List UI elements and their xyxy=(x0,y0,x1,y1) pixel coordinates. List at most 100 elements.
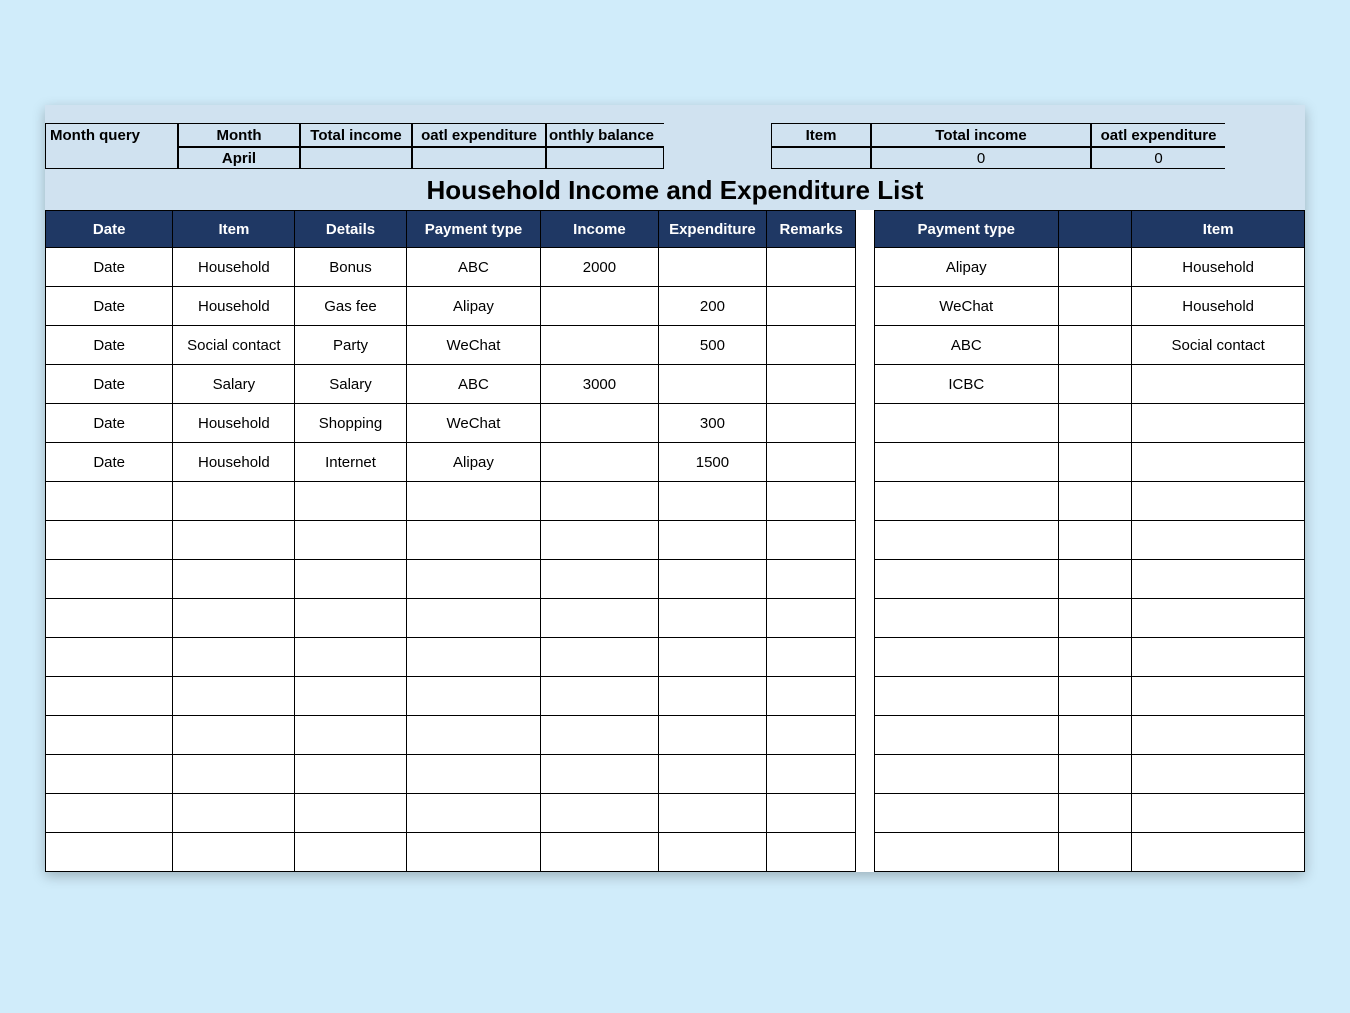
side-cell-blank[interactable] xyxy=(1058,521,1132,560)
cell-details[interactable] xyxy=(295,482,406,521)
side-cell-blank[interactable] xyxy=(1058,443,1132,482)
cell-income[interactable] xyxy=(541,677,658,716)
cell-income[interactable]: 3000 xyxy=(541,365,658,404)
cell-date[interactable]: Date xyxy=(46,326,173,365)
cell-date[interactable] xyxy=(46,521,173,560)
cell-ptype[interactable] xyxy=(406,794,541,833)
sum-exp-value[interactable]: 0 xyxy=(1091,147,1225,169)
cell-income[interactable] xyxy=(541,755,658,794)
cell-remarks[interactable] xyxy=(767,599,856,638)
cell-details[interactable] xyxy=(295,833,406,872)
cell-date[interactable]: Date xyxy=(46,443,173,482)
cell-remarks[interactable] xyxy=(767,404,856,443)
side-cell-item[interactable] xyxy=(1132,833,1305,872)
side-cell-ptype[interactable] xyxy=(875,404,1059,443)
cell-item[interactable] xyxy=(173,677,295,716)
total-income-value[interactable] xyxy=(300,147,412,169)
cell-date[interactable] xyxy=(46,833,173,872)
cell-exp[interactable]: 500 xyxy=(658,326,767,365)
side-cell-item[interactable] xyxy=(1132,794,1305,833)
side-cell-item[interactable] xyxy=(1132,560,1305,599)
cell-exp[interactable] xyxy=(658,521,767,560)
cell-details[interactable] xyxy=(295,560,406,599)
cell-exp[interactable] xyxy=(658,677,767,716)
cell-ptype[interactable] xyxy=(406,677,541,716)
cell-remarks[interactable] xyxy=(767,365,856,404)
cell-details[interactable]: Internet xyxy=(295,443,406,482)
side-cell-item[interactable] xyxy=(1132,638,1305,677)
cell-income[interactable] xyxy=(541,599,658,638)
cell-date[interactable] xyxy=(46,482,173,521)
cell-date[interactable]: Date xyxy=(46,404,173,443)
cell-details[interactable] xyxy=(295,677,406,716)
side-cell-item[interactable] xyxy=(1132,443,1305,482)
side-cell-blank[interactable] xyxy=(1058,677,1132,716)
cell-date[interactable]: Date xyxy=(46,287,173,326)
side-cell-item[interactable] xyxy=(1132,521,1305,560)
cell-exp[interactable] xyxy=(658,365,767,404)
side-cell-ptype[interactable]: Alipay xyxy=(875,248,1059,287)
cell-remarks[interactable] xyxy=(767,521,856,560)
cell-details[interactable] xyxy=(295,599,406,638)
side-cell-item[interactable] xyxy=(1132,365,1305,404)
cell-details[interactable]: Bonus xyxy=(295,248,406,287)
side-cell-item[interactable]: Household xyxy=(1132,287,1305,326)
cell-item[interactable]: Salary xyxy=(173,365,295,404)
cell-exp[interactable] xyxy=(658,638,767,677)
cell-details[interactable]: Gas fee xyxy=(295,287,406,326)
cell-details[interactable]: Shopping xyxy=(295,404,406,443)
cell-details[interactable] xyxy=(295,755,406,794)
cell-income[interactable] xyxy=(541,482,658,521)
cell-date[interactable] xyxy=(46,599,173,638)
cell-ptype[interactable] xyxy=(406,755,541,794)
side-cell-item[interactable] xyxy=(1132,677,1305,716)
cell-ptype[interactable] xyxy=(406,833,541,872)
cell-remarks[interactable] xyxy=(767,326,856,365)
cell-remarks[interactable] xyxy=(767,560,856,599)
cell-ptype[interactable]: WeChat xyxy=(406,326,541,365)
side-cell-ptype[interactable] xyxy=(875,560,1059,599)
cell-date[interactable] xyxy=(46,716,173,755)
cell-exp[interactable] xyxy=(658,833,767,872)
cell-date[interactable] xyxy=(46,638,173,677)
total-exp-value[interactable] xyxy=(412,147,546,169)
cell-exp[interactable]: 300 xyxy=(658,404,767,443)
cell-date[interactable]: Date xyxy=(46,365,173,404)
side-cell-ptype[interactable] xyxy=(875,755,1059,794)
cell-exp[interactable] xyxy=(658,560,767,599)
cell-income[interactable] xyxy=(541,443,658,482)
side-cell-blank[interactable] xyxy=(1058,755,1132,794)
cell-item[interactable] xyxy=(173,482,295,521)
cell-remarks[interactable] xyxy=(767,287,856,326)
side-cell-blank[interactable] xyxy=(1058,326,1132,365)
side-cell-ptype[interactable]: WeChat xyxy=(875,287,1059,326)
cell-details[interactable] xyxy=(295,794,406,833)
cell-item[interactable] xyxy=(173,755,295,794)
cell-ptype[interactable]: Alipay xyxy=(406,287,541,326)
cell-ptype[interactable] xyxy=(406,638,541,677)
cell-item[interactable]: Household xyxy=(173,248,295,287)
cell-ptype[interactable]: ABC xyxy=(406,248,541,287)
month-value[interactable]: April xyxy=(178,147,300,169)
cell-details[interactable]: Salary xyxy=(295,365,406,404)
cell-date[interactable]: Date xyxy=(46,248,173,287)
side-cell-ptype[interactable] xyxy=(875,482,1059,521)
side-cell-item[interactable] xyxy=(1132,404,1305,443)
side-cell-ptype[interactable]: ABC xyxy=(875,326,1059,365)
side-cell-ptype[interactable] xyxy=(875,599,1059,638)
cell-ptype[interactable] xyxy=(406,716,541,755)
cell-exp[interactable] xyxy=(658,755,767,794)
cell-item[interactable] xyxy=(173,833,295,872)
side-cell-ptype[interactable] xyxy=(875,638,1059,677)
cell-date[interactable] xyxy=(46,755,173,794)
cell-income[interactable]: 2000 xyxy=(541,248,658,287)
side-cell-blank[interactable] xyxy=(1058,794,1132,833)
side-cell-blank[interactable] xyxy=(1058,248,1132,287)
cell-income[interactable] xyxy=(541,287,658,326)
cell-income[interactable] xyxy=(541,521,658,560)
side-cell-blank[interactable] xyxy=(1058,560,1132,599)
cell-details[interactable] xyxy=(295,716,406,755)
side-cell-blank[interactable] xyxy=(1058,482,1132,521)
cell-item[interactable]: Social contact xyxy=(173,326,295,365)
side-cell-blank[interactable] xyxy=(1058,365,1132,404)
